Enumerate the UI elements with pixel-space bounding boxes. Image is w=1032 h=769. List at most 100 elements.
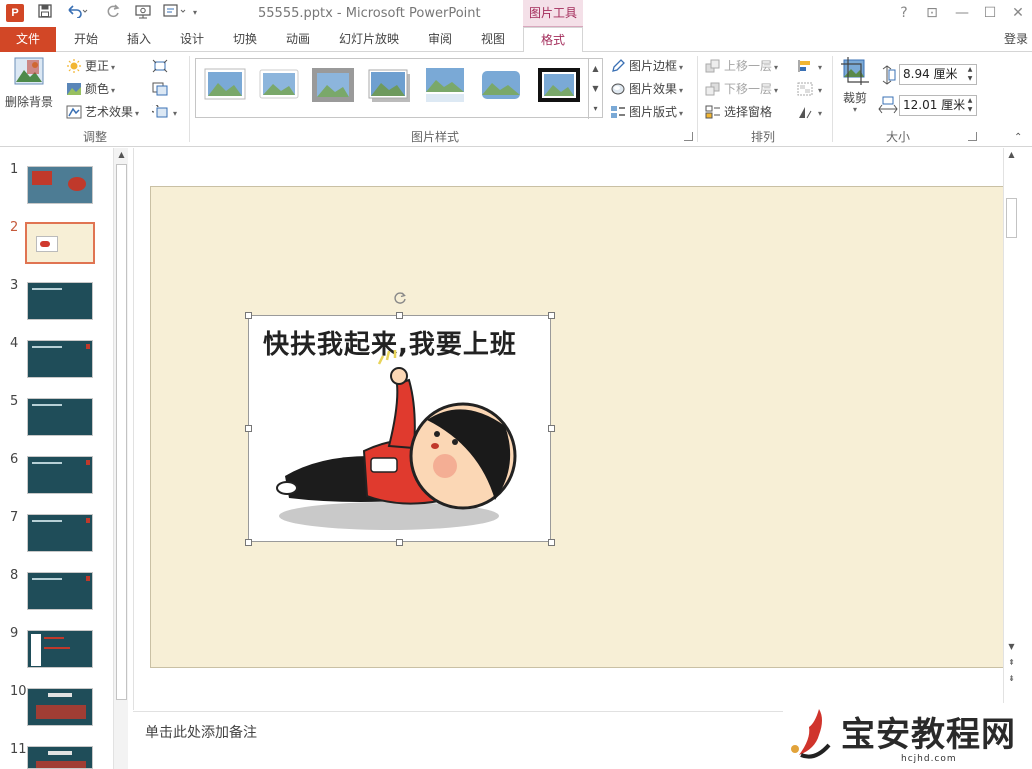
chevron-down-icon: ▾ bbox=[818, 109, 823, 118]
ribbon-body: 删除背景 更正 ▾ 颜色 ▾ 艺术效果 ▾ ▾ 调整 ▲ ▼ ▾ 图片边框 ▾ 图片效果… bbox=[0, 52, 1032, 147]
slide-thumbnail-1[interactable] bbox=[27, 166, 93, 204]
resize-handle-bottom-right[interactable] bbox=[548, 539, 555, 546]
tab-slideshow[interactable]: 幻灯片放映 bbox=[330, 27, 408, 52]
picture-styles-dialog-launcher[interactable] bbox=[684, 132, 693, 141]
crop-button[interactable]: 裁剪 ▾ bbox=[838, 56, 872, 118]
slide-thumbnail-9[interactable] bbox=[27, 630, 93, 668]
ribbon-display-options-button[interactable]: ⊡ bbox=[920, 4, 944, 22]
start-from-beginning-icon[interactable] bbox=[134, 4, 154, 22]
chevron-down-icon: ▾ bbox=[111, 86, 116, 95]
tab-home[interactable]: 开始 bbox=[62, 27, 110, 52]
slide-thumbnail-8[interactable] bbox=[27, 572, 93, 610]
resize-handle-bottom[interactable] bbox=[396, 539, 403, 546]
thumbnail-scroll-thumb[interactable] bbox=[116, 164, 127, 700]
picture-style-rounded-frame[interactable] bbox=[478, 65, 524, 105]
gallery-more-button[interactable]: ▾ bbox=[588, 99, 602, 119]
undo-icon[interactable] bbox=[64, 4, 90, 22]
site-watermark: 宝安教程网 hcjhd.com bbox=[783, 703, 1032, 769]
tab-transitions[interactable]: 切换 bbox=[221, 27, 269, 52]
picture-style-black-frame-selected[interactable] bbox=[536, 65, 582, 105]
tab-review[interactable]: 审阅 bbox=[414, 27, 466, 52]
resize-handle-top-left[interactable] bbox=[245, 312, 252, 319]
sign-in-link[interactable]: 登录 bbox=[1004, 27, 1028, 52]
picture-style-shadow[interactable] bbox=[366, 65, 412, 105]
send-backward-icon bbox=[705, 82, 721, 96]
redo-icon[interactable] bbox=[104, 4, 122, 22]
collapse-ribbon-button[interactable]: ⌃ bbox=[1014, 132, 1022, 143]
artistic-effects-button[interactable]: 艺术效果 ▾ bbox=[66, 102, 139, 122]
picture-style-thick-matte[interactable] bbox=[310, 65, 356, 105]
picture-border-button[interactable]: 图片边框 ▾ bbox=[610, 56, 683, 76]
tab-animations[interactable]: 动画 bbox=[274, 27, 322, 52]
resize-handle-top-right[interactable] bbox=[548, 312, 555, 319]
rotate-handle-icon[interactable] bbox=[393, 291, 407, 305]
slide-thumbnail-10[interactable] bbox=[27, 688, 93, 726]
slide-thumbnail-11[interactable] bbox=[27, 746, 93, 769]
thumbnail-scrollbar[interactable]: ▲ bbox=[113, 148, 128, 769]
picture-style-soft-edge[interactable] bbox=[256, 65, 302, 105]
tab-design[interactable]: 设计 bbox=[168, 27, 216, 52]
gallery-scroll-up-button[interactable]: ▲ bbox=[588, 59, 602, 79]
picture-style-simple-frame[interactable] bbox=[202, 65, 248, 105]
scroll-up-arrow-icon[interactable]: ▲ bbox=[114, 148, 129, 162]
picture-layout-button[interactable]: 图片版式 ▾ bbox=[610, 102, 683, 122]
minimize-button[interactable]: — bbox=[950, 4, 974, 22]
picture-layout-icon bbox=[610, 105, 626, 119]
gallery-scroll-down-button[interactable]: ▼ bbox=[588, 79, 602, 99]
height-spinner[interactable]: ▲ ▼ bbox=[964, 65, 976, 84]
slide-thumbnail-2-selected[interactable] bbox=[25, 222, 95, 264]
scroll-down-arrow-icon[interactable]: ▼ bbox=[1004, 640, 1019, 654]
save-icon[interactable] bbox=[36, 4, 54, 22]
resize-handle-bottom-left[interactable] bbox=[245, 539, 252, 546]
group-objects-button[interactable]: ▾ bbox=[797, 79, 822, 99]
picture-style-reflected[interactable] bbox=[422, 65, 468, 105]
powerpoint-app-icon[interactable]: P bbox=[6, 4, 24, 22]
slide-thumbnail-3[interactable] bbox=[27, 282, 93, 320]
previous-slide-icon[interactable]: ⇞ bbox=[1004, 656, 1019, 670]
slide-canvas[interactable]: 快扶我起来,我要上班 bbox=[150, 186, 1005, 668]
remove-background-label: 删除背景 bbox=[4, 95, 53, 109]
tab-insert[interactable]: 插入 bbox=[115, 27, 163, 52]
next-slide-icon[interactable]: ⇟ bbox=[1004, 672, 1019, 686]
slide-thumbnail-7[interactable] bbox=[27, 514, 93, 552]
slide-number: 9 bbox=[10, 626, 19, 641]
shape-height-input[interactable]: 8.94 厘米 ▲ ▼ bbox=[899, 64, 977, 85]
slide-thumbnail-5[interactable] bbox=[27, 398, 93, 436]
rotate-button[interactable]: ▾ bbox=[797, 102, 822, 122]
tab-format[interactable]: 格式 bbox=[523, 27, 583, 53]
help-button[interactable]: ? bbox=[892, 4, 916, 22]
slide-thumbnail-4[interactable] bbox=[27, 340, 93, 378]
resize-handle-left[interactable] bbox=[245, 425, 252, 432]
picture-effects-button[interactable]: 图片效果 ▾ bbox=[610, 79, 683, 99]
slide-scrollbar[interactable]: ▲ ▼ ⇞ ⇟ bbox=[1003, 148, 1018, 710]
maximize-button[interactable]: ☐ bbox=[978, 4, 1002, 22]
shape-width-input[interactable]: 12.01 厘米 ▲ ▼ bbox=[899, 95, 977, 116]
size-dialog-launcher[interactable] bbox=[968, 132, 977, 141]
tab-view[interactable]: 视图 bbox=[468, 27, 518, 52]
width-spinner[interactable]: ▲ ▼ bbox=[964, 96, 976, 115]
slide-scroll-thumb[interactable] bbox=[1006, 198, 1017, 238]
change-picture-button[interactable] bbox=[152, 79, 171, 99]
reset-picture-button[interactable]: ▾ bbox=[149, 102, 177, 122]
resize-handle-top[interactable] bbox=[396, 312, 403, 319]
selected-picture[interactable]: 快扶我起来,我要上班 bbox=[248, 315, 551, 542]
slide-editing-area: 快扶我起来,我要上班 ▲ ▼ ⇞ ⇟ bbox=[133, 148, 1018, 710]
compress-pictures-button[interactable] bbox=[152, 56, 171, 76]
customize-qat-icon[interactable]: ▾ bbox=[190, 4, 200, 22]
close-button[interactable]: ✕ bbox=[1006, 4, 1030, 22]
touch-mode-icon[interactable] bbox=[162, 4, 188, 22]
bring-forward-button[interactable]: 上移一层 ▾ bbox=[705, 56, 778, 76]
selection-pane-button[interactable]: 选择窗格 bbox=[705, 102, 772, 122]
color-button[interactable]: 颜色 ▾ bbox=[66, 79, 115, 99]
send-backward-button[interactable]: 下移一层 ▾ bbox=[705, 79, 778, 99]
align-button[interactable]: ▾ bbox=[797, 56, 822, 76]
picture-styles-group-label: 图片样式 bbox=[410, 130, 459, 144]
chevron-down-icon: ▾ bbox=[818, 86, 823, 95]
scroll-up-arrow-icon[interactable]: ▲ bbox=[1004, 148, 1019, 162]
resize-handle-right[interactable] bbox=[548, 425, 555, 432]
remove-background-button[interactable]: 删除背景 bbox=[4, 56, 54, 118]
corrections-button[interactable]: 更正 ▾ bbox=[66, 56, 115, 76]
group-separator bbox=[832, 56, 833, 142]
tab-file[interactable]: 文件 bbox=[0, 27, 56, 52]
slide-thumbnail-6[interactable] bbox=[27, 456, 93, 494]
